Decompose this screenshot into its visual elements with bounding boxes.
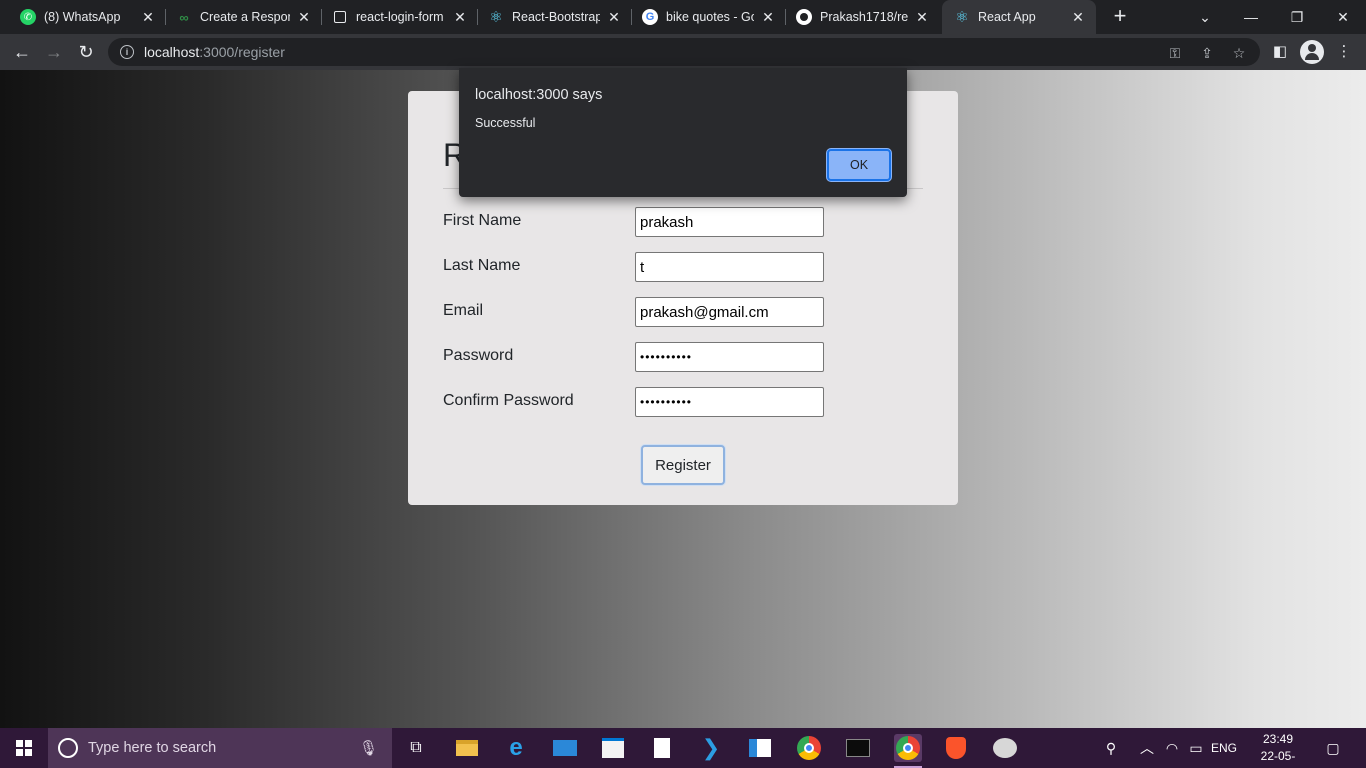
- confirm-password-row: Confirm Password: [443, 387, 923, 417]
- tab-search-chevron-icon[interactable]: ⌄: [1182, 0, 1228, 34]
- reload-button[interactable]: ↻: [72, 38, 100, 66]
- github-icon: [796, 9, 812, 25]
- cortana-icon: [58, 738, 78, 758]
- tab-google-search[interactable]: G bike quotes - Go ✕: [632, 0, 786, 34]
- side-panel-icon[interactable]: ◧: [1270, 42, 1290, 62]
- mail-icon[interactable]: [551, 734, 579, 762]
- clock-time: 23:49: [1262, 732, 1294, 746]
- taskbar-search-box[interactable]: Type here to search 🎙: [48, 728, 392, 768]
- share-icon[interactable]: ⇪: [1198, 44, 1216, 62]
- last-name-row: Last Name: [443, 252, 923, 282]
- tab-title: React App: [978, 10, 1036, 24]
- react-bootstrap-icon: ⚛: [489, 9, 503, 26]
- confirm-password-label: Confirm Password: [443, 392, 574, 409]
- register-button[interactable]: Register: [641, 445, 725, 485]
- confirm-password-input[interactable]: [635, 387, 824, 417]
- tab-title: react-login-form: [356, 10, 444, 24]
- close-tab-icon[interactable]: ✕: [606, 9, 622, 26]
- ok-button[interactable]: OK: [827, 149, 891, 181]
- first-name-input[interactable]: [635, 207, 824, 237]
- back-button[interactable]: ←: [8, 38, 36, 66]
- forward-button[interactable]: →: [40, 38, 68, 66]
- microphone-icon[interactable]: 🎙: [359, 739, 378, 757]
- close-tab-icon[interactable]: ✕: [296, 9, 312, 26]
- dialog-title: localhost:3000 says: [475, 87, 603, 103]
- new-tab-button[interactable]: +: [1108, 5, 1132, 29]
- browser-toolbar: ← → ↻ i localhost:3000/register ⚿ ⇪ ☆ ◧ …: [0, 34, 1366, 70]
- close-tab-icon[interactable]: ✕: [140, 9, 156, 26]
- profile-avatar-icon[interactable]: [1300, 40, 1324, 64]
- tab-react-app[interactable]: ⚛ React App ✕: [942, 0, 1096, 34]
- search-placeholder: Type here to search: [88, 740, 217, 756]
- password-row: Password: [443, 342, 923, 372]
- language-indicator[interactable]: ENG: [1208, 728, 1240, 768]
- browser-tab-strip: ✆ (8) WhatsApp ✕ ∞ Create a Respons ✕ re…: [0, 0, 1366, 34]
- file-explorer-icon[interactable]: [453, 734, 481, 762]
- tab-react-bootstrap[interactable]: ⚛ React-Bootstrap ✕: [478, 0, 632, 34]
- first-name-row: First Name: [443, 207, 923, 237]
- taskbar-clock[interactable]: 23:49 22-05-2022: [1252, 731, 1304, 768]
- terminal-icon[interactable]: [844, 734, 872, 762]
- notifications-icon[interactable]: ▢: [1318, 728, 1348, 768]
- tab-whatsapp[interactable]: ✆ (8) WhatsApp ✕: [0, 0, 166, 34]
- notepad-icon[interactable]: [648, 734, 676, 762]
- tab-title: bike quotes - Go: [666, 10, 754, 24]
- show-hidden-icons-chevron[interactable]: ︿: [1136, 728, 1158, 768]
- close-tab-icon[interactable]: ✕: [1070, 9, 1086, 26]
- menu-kebab-icon[interactable]: ⋮: [1334, 42, 1354, 62]
- tab-react-login-form[interactable]: react-login-form ✕: [322, 0, 478, 34]
- first-name-label: First Name: [443, 212, 522, 229]
- last-name-label: Last Name: [443, 257, 521, 274]
- alert-dialog: localhost:3000 says Successful OK: [459, 68, 907, 197]
- vscode-icon[interactable]: ❯: [697, 734, 725, 762]
- tab-title: Create a Respons: [200, 10, 290, 24]
- close-tab-icon[interactable]: ✕: [760, 9, 776, 26]
- password-label: Password: [443, 347, 514, 364]
- close-tab-icon[interactable]: ✕: [914, 9, 930, 26]
- tab-title: React-Bootstrap: [512, 10, 600, 24]
- windows-logo-icon: [16, 740, 32, 756]
- chrome-profile-icon[interactable]: [894, 734, 922, 768]
- tab-title: (8) WhatsApp: [44, 10, 121, 24]
- close-window-button[interactable]: ✕: [1320, 0, 1366, 34]
- password-input[interactable]: [635, 342, 824, 372]
- chrome-icon[interactable]: [795, 734, 823, 762]
- news-app-icon[interactable]: [746, 734, 774, 762]
- store-icon[interactable]: [599, 734, 627, 762]
- page-icon: [334, 11, 346, 23]
- react-icon: ⚛: [955, 9, 969, 26]
- people-icon[interactable]: ⚲: [1098, 728, 1124, 768]
- tab-geeksforgeeks[interactable]: ∞ Create a Respons ✕: [166, 0, 322, 34]
- task-view-icon[interactable]: ⧉: [402, 734, 430, 762]
- edge-icon[interactable]: e: [502, 734, 530, 762]
- start-button[interactable]: [0, 728, 48, 768]
- battery-icon[interactable]: ▭: [1184, 728, 1208, 768]
- address-bar[interactable]: i localhost:3000/register ⚿ ⇪ ☆: [108, 38, 1260, 66]
- email-input[interactable]: [635, 297, 824, 327]
- clock-date: 22-05-2022: [1260, 749, 1296, 768]
- dialog-message: Successful: [475, 116, 536, 130]
- last-name-input[interactable]: [635, 252, 824, 282]
- close-tab-icon[interactable]: ✕: [452, 9, 468, 26]
- minimize-button[interactable]: —: [1228, 0, 1274, 34]
- whatsapp-icon: ✆: [20, 9, 36, 25]
- email-label: Email: [443, 302, 484, 319]
- geeksforgeeks-icon: ∞: [179, 9, 189, 25]
- tab-github[interactable]: Prakash1718/rea ✕: [786, 0, 940, 34]
- url-text: localhost:3000/register: [144, 44, 285, 60]
- site-info-icon[interactable]: i: [120, 45, 134, 59]
- google-icon: G: [642, 9, 658, 25]
- paint-icon[interactable]: [991, 734, 1019, 762]
- windows-taskbar: Type here to search 🎙 ⧉ e ❯ ⚲ ︿ ◠ ▭ ENG …: [0, 728, 1366, 768]
- bookmark-star-icon[interactable]: ☆: [1230, 44, 1248, 62]
- tab-title: Prakash1718/rea: [820, 10, 908, 24]
- brave-icon[interactable]: [942, 734, 970, 762]
- restore-button[interactable]: ❐: [1274, 0, 1320, 34]
- email-row: Email: [443, 297, 923, 327]
- wifi-icon[interactable]: ◠: [1160, 728, 1184, 768]
- key-icon[interactable]: ⚿: [1166, 44, 1184, 62]
